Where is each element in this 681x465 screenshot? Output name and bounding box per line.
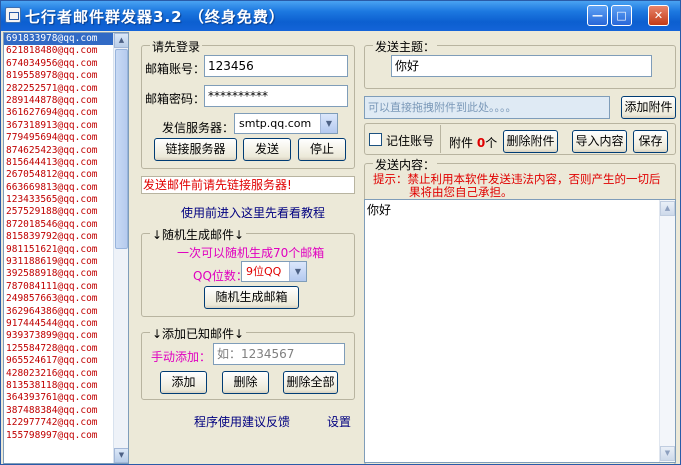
email-list-item[interactable]: 872018546@qq.com	[4, 219, 128, 231]
settings-link[interactable]: 设置	[327, 413, 351, 430]
email-list-item[interactable]: 155798997@qq.com	[4, 430, 128, 442]
scroll-down-arrow-icon[interactable]: ▼	[660, 446, 675, 461]
manual-add-label: 手动添加：	[151, 350, 212, 364]
delete-all-button[interactable]: 删除全部	[283, 371, 338, 394]
email-list-item[interactable]: 267054812@qq.com	[4, 169, 128, 181]
stop-button[interactable]: 停止	[298, 138, 346, 161]
email-list-item[interactable]: 249857663@qq.com	[4, 293, 128, 305]
email-list-item[interactable]: 939373899@qq.com	[4, 330, 128, 342]
status-warning: 发送邮件前请先链接服务器!	[141, 176, 355, 194]
account-input[interactable]: 123456	[204, 55, 348, 77]
chevron-down-icon[interactable]: ▼	[320, 114, 337, 133]
minimize-button[interactable]: —	[587, 5, 608, 26]
email-list-item[interactable]: 125584728@qq.com	[4, 343, 128, 355]
email-list-item[interactable]: 779495694@qq.com	[4, 132, 128, 144]
content-body: 你好	[367, 203, 392, 217]
connect-server-button[interactable]: 链接服务器	[154, 138, 237, 161]
email-list-item[interactable]: 874625423@qq.com	[4, 145, 128, 157]
email-list-item[interactable]: 674034956@qq.com	[4, 58, 128, 70]
scroll-down-arrow-icon[interactable]: ▼	[114, 448, 128, 463]
main-window: 七行者邮件群发器3.2 （终身免费） — □ ✕ 691833978@qq.co…	[0, 0, 681, 465]
add-button[interactable]: 添加	[160, 371, 207, 394]
feedback-link[interactable]: 程序使用建议反馈	[194, 413, 290, 430]
email-list-item[interactable]: 367318913@qq.com	[4, 120, 128, 132]
email-list-item[interactable]: 392588918@qq.com	[4, 268, 128, 280]
scroll-thumb[interactable]	[115, 49, 128, 249]
email-list-item[interactable]: 819558978@qq.com	[4, 70, 128, 82]
add-attachment-button[interactable]: 添加附件	[621, 96, 676, 119]
generate-emails-button[interactable]: 随机生成邮箱	[204, 286, 299, 309]
email-list-item[interactable]: 815644413@qq.com	[4, 157, 128, 169]
email-list-item[interactable]: 364393761@qq.com	[4, 392, 128, 404]
qq-digits-select[interactable]: 9位QQ ▼	[241, 261, 307, 282]
server-label: 发信服务器：	[162, 121, 235, 135]
email-items: 691833978@qq.com 621818480@qq.com 67403495…	[4, 33, 128, 442]
manual-add-input[interactable]: 如：1234567	[213, 343, 345, 365]
remember-account-label: 记住账号	[386, 134, 435, 148]
title-version: 3.2	[153, 8, 183, 26]
attachment-count-suffix: 个	[485, 136, 498, 150]
email-list-item[interactable]: 931188619@qq.com	[4, 256, 128, 268]
content-notice-line2: 果将由您自己承担。	[409, 185, 513, 199]
title-name: 七行者邮件群发器	[25, 8, 154, 26]
email-list[interactable]: 691833978@qq.com 621818480@qq.com 67403495…	[3, 32, 129, 464]
email-list-item[interactable]: 917444544@qq.com	[4, 318, 128, 330]
email-list-item[interactable]: 813538118@qq.com	[4, 380, 128, 392]
delete-button[interactable]: 删除	[222, 371, 269, 394]
password-label: 邮箱密码：	[145, 92, 206, 106]
attachment-count-prefix: 附件	[449, 136, 474, 150]
subject-input[interactable]: 你好	[391, 55, 652, 77]
email-list-item[interactable]: 663669813@qq.com	[4, 182, 128, 194]
email-list-item[interactable]: 257529188@qq.com	[4, 206, 128, 218]
email-list-item[interactable]: 282252571@qq.com	[4, 83, 128, 95]
attachment-count-value: 0	[476, 136, 486, 150]
attachment-drop-zone[interactable]: 可以直接拖拽附件到此处。。。。	[364, 96, 610, 119]
email-list-item[interactable]: 965524617@qq.com	[4, 355, 128, 367]
email-list-item[interactable]: 361627694@qq.com	[4, 107, 128, 119]
remember-account-checkbox[interactable]	[369, 133, 382, 146]
email-list-item[interactable]: 621818480@qq.com	[4, 45, 128, 57]
scroll-up-arrow-icon[interactable]: ▲	[660, 201, 675, 216]
email-list-scrollbar[interactable]: ▲ ▼	[113, 33, 128, 463]
random-gen-legend: ↓随机生成邮件↓	[150, 226, 247, 243]
qq-digits-value: 9位QQ	[246, 265, 282, 278]
email-list-item[interactable]: 122977742@qq.com	[4, 417, 128, 429]
content-scrollbar[interactable]: ▲ ▼	[659, 200, 675, 462]
email-list-item[interactable]: 981151621@qq.com	[4, 244, 128, 256]
manual-add-placeholder: 如：1234567	[217, 347, 295, 361]
options-divider	[440, 125, 441, 153]
close-button[interactable]: ✕	[648, 5, 669, 26]
email-list-item[interactable]: 387488384@qq.com	[4, 405, 128, 417]
server-value: smtp.qq.com	[239, 117, 312, 130]
title-bar[interactable]: 七行者邮件群发器3.2 （终身免费） — □ ✕	[1, 1, 680, 31]
password-input[interactable]: **********	[204, 85, 348, 107]
email-list-item[interactable]: 428023216@qq.com	[4, 368, 128, 380]
random-gen-hint: 一次可以随机生成70个邮箱	[177, 246, 325, 260]
qq-digits-label: QQ位数：	[193, 269, 248, 283]
chevron-down-icon[interactable]: ▼	[289, 262, 306, 281]
mail-app-icon	[5, 7, 21, 23]
scroll-up-arrow-icon[interactable]: ▲	[114, 33, 128, 48]
server-select[interactable]: smtp.qq.com ▼	[234, 113, 338, 134]
email-list-item[interactable]: 289144878@qq.com	[4, 95, 128, 107]
email-list-item[interactable]: 787084111@qq.com	[4, 281, 128, 293]
import-content-button[interactable]: 导入内容	[572, 130, 627, 153]
subject-legend: 发送主题：	[373, 38, 438, 55]
email-list-item[interactable]: 815839792@qq.com	[4, 231, 128, 243]
email-list-item[interactable]: 362964386@qq.com	[4, 306, 128, 318]
login-legend: 请先登录	[150, 38, 203, 55]
email-list-item[interactable]: 691833978@qq.com	[4, 33, 128, 46]
attachment-count: 附件 0个	[449, 134, 497, 151]
title-subtitle: （终身免费）	[188, 8, 285, 26]
email-list-item[interactable]: 123433565@qq.com	[4, 194, 128, 206]
maximize-button[interactable]: □	[611, 5, 632, 26]
account-label: 邮箱账号：	[145, 62, 206, 76]
add-known-legend: ↓添加已知邮件↓	[150, 325, 247, 342]
delete-attachment-button[interactable]: 删除附件	[503, 130, 558, 153]
send-button[interactable]: 发送	[243, 138, 291, 161]
content-textarea[interactable]: 你好 ▲ ▼	[364, 199, 676, 463]
tutorial-link[interactable]: 使用前进入这里先看看教程	[181, 204, 325, 221]
window-title: 七行者邮件群发器3.2 （终身免费）	[25, 6, 285, 27]
save-button[interactable]: 保存	[633, 130, 668, 153]
